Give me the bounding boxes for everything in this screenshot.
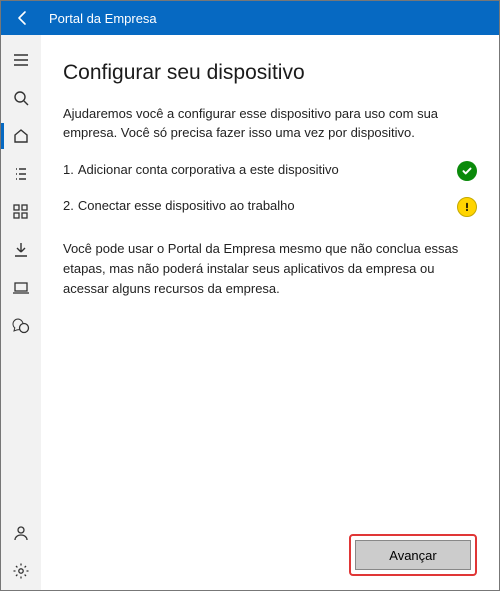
intro-text: Ajudaremos você a configurar esse dispos… <box>63 105 477 143</box>
status-badge-warning <box>457 197 477 217</box>
person-icon <box>12 524 30 542</box>
step-number: 1. <box>63 161 74 180</box>
check-icon <box>461 165 473 177</box>
step-number: 2. <box>63 197 74 216</box>
next-button-highlight: Avançar <box>349 534 477 576</box>
status-badge-success <box>457 161 477 181</box>
nav-devices[interactable] <box>1 269 41 307</box>
nav-settings[interactable] <box>1 552 41 590</box>
grid-icon <box>12 203 30 221</box>
step-text: Conectar esse dispositivo ao trabalho <box>78 197 443 216</box>
app-window: Portal da Empresa <box>0 0 500 591</box>
app-title: Portal da Empresa <box>49 11 157 26</box>
sidebar <box>1 35 41 590</box>
note-text: Você pode usar o Portal da Empresa mesmo… <box>63 239 477 299</box>
setup-step-1: 1. Adicionar conta corporativa a este di… <box>63 161 477 181</box>
next-button[interactable]: Avançar <box>355 540 471 570</box>
footer: Avançar <box>63 524 477 576</box>
nav-categories[interactable] <box>1 193 41 231</box>
download-icon <box>12 241 30 259</box>
setup-step-2: 2. Conectar esse dispositivo ao trabalho <box>63 197 477 217</box>
main-content: Configurar seu dispositivo Ajudaremos vo… <box>41 35 499 590</box>
hamburger-icon <box>12 51 30 69</box>
nav-apps[interactable] <box>1 155 41 193</box>
laptop-icon <box>12 279 30 297</box>
nav-downloads[interactable] <box>1 231 41 269</box>
nav-menu[interactable] <box>1 41 41 79</box>
titlebar: Portal da Empresa <box>1 1 499 35</box>
nav-search[interactable] <box>1 79 41 117</box>
home-icon <box>12 127 30 145</box>
nav-account[interactable] <box>1 514 41 552</box>
gear-icon <box>12 562 30 580</box>
exclamation-icon <box>462 202 472 212</box>
list-icon <box>12 165 30 183</box>
page-heading: Configurar seu dispositivo <box>63 61 477 85</box>
step-text: Adicionar conta corporativa a este dispo… <box>78 161 443 180</box>
search-icon <box>12 89 30 107</box>
chat-icon <box>12 317 30 335</box>
body: Configurar seu dispositivo Ajudaremos vo… <box>1 35 499 590</box>
arrow-left-icon <box>15 10 31 26</box>
nav-home[interactable] <box>1 117 41 155</box>
back-button[interactable] <box>9 4 37 32</box>
nav-support[interactable] <box>1 307 41 345</box>
